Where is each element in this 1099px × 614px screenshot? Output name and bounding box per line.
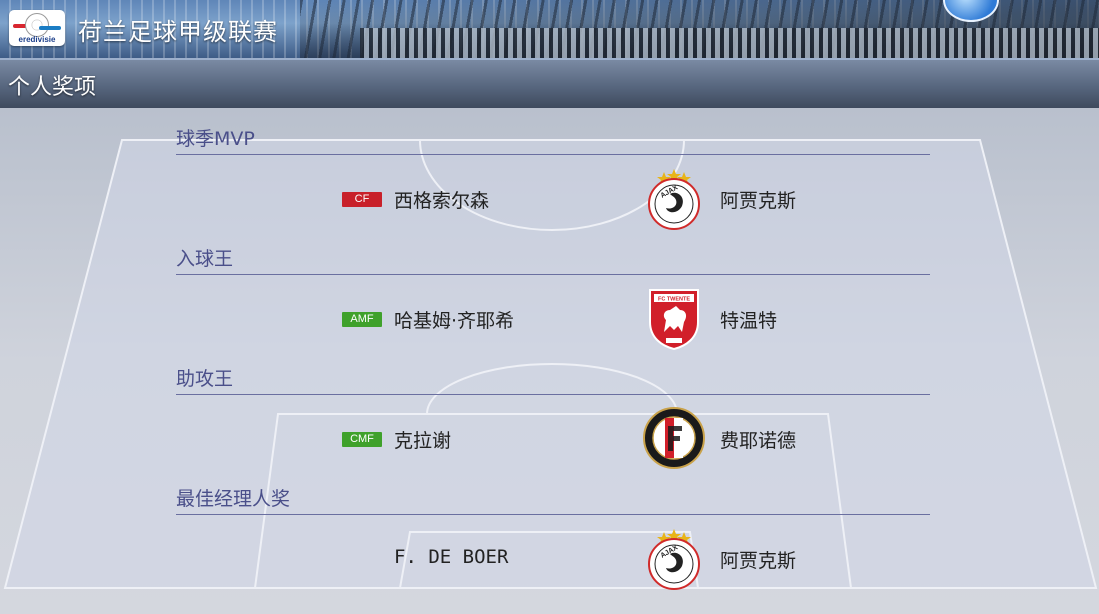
player-name: 克拉谢 bbox=[394, 430, 452, 452]
award-row-mvp[interactable]: CF 西格索尔森 AJAX 阿贾克斯 bbox=[0, 166, 1099, 236]
section-title: 个人奖项 bbox=[8, 75, 97, 100]
club-name: 特温特 bbox=[720, 310, 778, 332]
logo-text: eredivisie bbox=[18, 35, 56, 44]
award-row-top-scorer[interactable]: AMF 哈基姆·齐耶希 FC TWENTE 特温特 bbox=[0, 286, 1099, 356]
award-header-top-scorer: 入球王 bbox=[176, 246, 930, 275]
position-badge: AMF bbox=[342, 312, 382, 327]
football-icon bbox=[25, 13, 49, 37]
league-title: 荷兰足球甲级联赛 bbox=[78, 18, 278, 46]
award-header-manager: 最佳经理人奖 bbox=[176, 486, 930, 515]
club-name: 费耶诺德 bbox=[720, 430, 797, 452]
logo-blue-stripe bbox=[39, 26, 61, 30]
position-badge: CF bbox=[342, 192, 382, 207]
top-banner: eredivisie 荷兰足球甲级联赛 bbox=[0, 0, 1099, 58]
svg-text:FC TWENTE: FC TWENTE bbox=[658, 297, 690, 303]
award-row-manager[interactable]: F. DE BOER AJAX 阿贾克斯 bbox=[0, 526, 1099, 596]
stadium-stand-graphic bbox=[360, 28, 1099, 58]
position-badge: CMF bbox=[342, 432, 382, 447]
player-name: 西格索尔森 bbox=[394, 190, 490, 212]
manager-name: F. DE BOER bbox=[394, 546, 509, 568]
award-category-label: 最佳经理人奖 bbox=[176, 488, 291, 510]
club-name: 阿贾克斯 bbox=[720, 550, 797, 572]
club-name: 阿贾克斯 bbox=[720, 190, 797, 212]
award-category-label: 入球王 bbox=[176, 248, 234, 270]
award-header-assist-leader: 助攻王 bbox=[176, 366, 930, 395]
awards-screen: eredivisie 荷兰足球甲级联赛 个人奖项 球季MVP CF 西格索尔森 bbox=[0, 0, 1099, 614]
eredivisie-logo: eredivisie bbox=[9, 10, 65, 46]
award-category-label: 助攻王 bbox=[176, 368, 234, 390]
award-row-assist-leader[interactable]: CMF 克拉谢 费耶诺德 bbox=[0, 406, 1099, 476]
player-name: 哈基姆·齐耶希 bbox=[394, 310, 515, 332]
ajax-crest-icon: AJAX bbox=[648, 169, 700, 230]
section-header: 个人奖项 bbox=[0, 58, 1099, 110]
award-category-label: 球季MVP bbox=[176, 128, 255, 150]
ajax-crest-icon: AJAX bbox=[648, 529, 700, 590]
award-header-mvp: 球季MVP bbox=[176, 126, 930, 155]
fc-twente-crest-icon: FC TWENTE bbox=[649, 289, 699, 350]
feyenoord-crest-icon bbox=[643, 407, 705, 469]
